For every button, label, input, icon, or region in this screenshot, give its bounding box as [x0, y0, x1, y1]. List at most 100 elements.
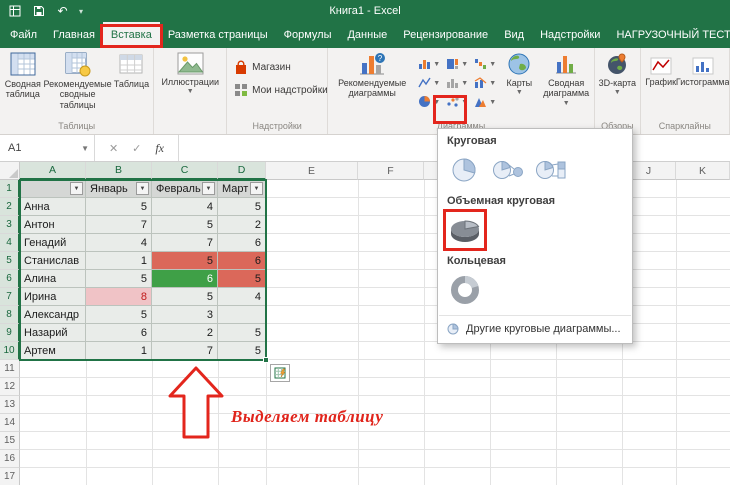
table-cell[interactable]: 5 — [218, 270, 266, 288]
table-cell[interactable]: 5 — [152, 288, 218, 306]
table-cell[interactable]: Январь▼ — [86, 180, 152, 198]
table-cell[interactable]: Март▼ — [218, 180, 266, 198]
name-box-caret-icon[interactable]: ▼ — [81, 144, 89, 153]
table-button[interactable]: Таблица — [111, 49, 153, 89]
quick-access-caret-icon[interactable]: ▾ — [79, 7, 83, 16]
sparkline-line-button[interactable]: График — [642, 49, 680, 87]
insert-scatter-chart-button[interactable]: ▼ — [443, 92, 471, 111]
table-cell[interactable]: 1 — [86, 342, 152, 360]
table-cell[interactable]: Ирина — [20, 288, 86, 306]
save-icon[interactable] — [31, 4, 46, 19]
table-cell[interactable]: 4 — [218, 288, 266, 306]
table-cell[interactable]: Февраль▼ — [152, 180, 218, 198]
row-header[interactable]: 2 — [0, 198, 20, 216]
col-header-e[interactable]: E — [266, 162, 358, 180]
filter-button[interactable]: ▼ — [202, 182, 215, 195]
insert-combo-chart-button[interactable]: ▼ — [471, 73, 499, 92]
table-cell[interactable]: 5 — [152, 216, 218, 234]
more-pie-charts-item[interactable]: Другие круговые диаграммы... — [438, 318, 632, 340]
insert-surface-chart-button[interactable]: ▼ — [471, 92, 499, 111]
table-cell[interactable]: 2 — [218, 216, 266, 234]
row-header[interactable]: 8 — [0, 306, 20, 324]
filter-button[interactable]: ▼ — [136, 182, 149, 195]
row-header[interactable]: 15 — [0, 432, 20, 450]
table-cell[interactable]: Алина — [20, 270, 86, 288]
tab-page-layout[interactable]: Разметка страницы — [160, 22, 276, 48]
table-cell[interactable]: 1 — [86, 252, 152, 270]
filter-button[interactable]: ▼ — [70, 182, 83, 195]
row-header[interactable]: 12 — [0, 378, 20, 396]
table-cell[interactable]: 7 — [152, 234, 218, 252]
table-cell[interactable]: 5 — [218, 342, 266, 360]
row-header[interactable]: 6 — [0, 270, 20, 288]
map-3d-button[interactable]: 3D-карта ▼ — [596, 49, 639, 96]
pivot-chart-button[interactable]: Сводная диаграмма ▼ — [539, 49, 593, 107]
recommended-charts-button[interactable]: ? Рекомендуемые диаграммы — [329, 49, 415, 99]
table-cell[interactable]: Антон — [20, 216, 86, 234]
row-header[interactable]: 1 — [0, 180, 20, 198]
table-cell[interactable]: 6 — [218, 252, 266, 270]
table-cell[interactable]: 3 — [152, 306, 218, 324]
table-cell[interactable]: ▼ — [20, 180, 86, 198]
insert-waterfall-chart-button[interactable]: ▼ — [471, 54, 499, 73]
tab-file[interactable]: Файл — [2, 22, 45, 48]
table-cell[interactable]: Александр — [20, 306, 86, 324]
col-header-f[interactable]: F — [358, 162, 424, 180]
col-header-c[interactable]: C — [152, 162, 218, 180]
insert-line-chart-button[interactable]: ▼ — [415, 73, 443, 92]
table-cell[interactable]: 5 — [152, 252, 218, 270]
recommended-pivots-button[interactable]: Рекомендуемые сводные таблицы — [45, 49, 111, 110]
cancel-icon[interactable]: ✕ — [109, 142, 118, 155]
col-header-a[interactable]: A — [20, 162, 86, 180]
col-header-b[interactable]: B — [86, 162, 152, 180]
table-cell[interactable]: 5 — [86, 306, 152, 324]
table-cell[interactable]: 5 — [86, 270, 152, 288]
pie-of-pie-option[interactable] — [488, 151, 528, 189]
table-cell[interactable]: Генадий — [20, 234, 86, 252]
table-cell[interactable]: 6 — [218, 234, 266, 252]
table-cell[interactable]: Артем — [20, 342, 86, 360]
col-header-k[interactable]: K — [676, 162, 730, 180]
table-cell[interactable]: 6 — [152, 270, 218, 288]
table-cell[interactable]: 4 — [152, 198, 218, 216]
row-header[interactable]: 4 — [0, 234, 20, 252]
row-header[interactable]: 5 — [0, 252, 20, 270]
row-header[interactable]: 10 — [0, 342, 20, 360]
table-cell[interactable]: Анна — [20, 198, 86, 216]
enter-icon[interactable]: ✓ — [132, 142, 141, 155]
tab-data[interactable]: Данные — [339, 22, 395, 48]
table-cell[interactable]: 6 — [86, 324, 152, 342]
insert-pie-chart-button[interactable]: ▼ — [415, 92, 443, 111]
bar-of-pie-option[interactable] — [531, 151, 571, 189]
tab-view[interactable]: Вид — [496, 22, 532, 48]
table-cell[interactable]: 8 — [86, 288, 152, 306]
table-cell[interactable]: 5 — [218, 198, 266, 216]
col-header-d[interactable]: D — [218, 162, 266, 180]
table-cell[interactable]: Назарий — [20, 324, 86, 342]
tab-review[interactable]: Рецензирование — [395, 22, 496, 48]
row-header[interactable]: 14 — [0, 414, 20, 432]
name-box[interactable]: A1 ▼ — [0, 135, 95, 161]
tab-formulas[interactable]: Формулы — [276, 22, 340, 48]
table-cell[interactable]: 2 — [152, 324, 218, 342]
table-cell[interactable] — [218, 306, 266, 324]
row-header[interactable]: 11 — [0, 360, 20, 378]
table-cell[interactable]: 5 — [86, 198, 152, 216]
insert-column-chart-button[interactable]: ▼ — [415, 54, 443, 73]
row-header[interactable]: 9 — [0, 324, 20, 342]
store-button[interactable]: Магазин — [234, 60, 328, 75]
table-cell[interactable]: 5 — [218, 324, 266, 342]
insert-function-button[interactable]: fx — [155, 141, 164, 156]
illustrations-button[interactable]: Иллюстрации ▼ — [155, 49, 225, 95]
filter-button[interactable]: ▼ — [250, 182, 263, 195]
quick-analysis-button[interactable] — [270, 364, 290, 382]
insert-statistic-chart-button[interactable]: ▼ — [443, 73, 471, 92]
table-cell[interactable]: 7 — [86, 216, 152, 234]
table-cell[interactable]: 4 — [86, 234, 152, 252]
pie-option[interactable] — [445, 151, 485, 189]
doughnut-option[interactable] — [445, 271, 485, 309]
tab-insert[interactable]: Вставка — [103, 22, 160, 48]
pie-3d-option[interactable] — [445, 211, 485, 249]
sparkline-column-button[interactable]: Гистограмма — [680, 49, 726, 87]
undo-icon[interactable]: ↶ — [55, 4, 70, 19]
